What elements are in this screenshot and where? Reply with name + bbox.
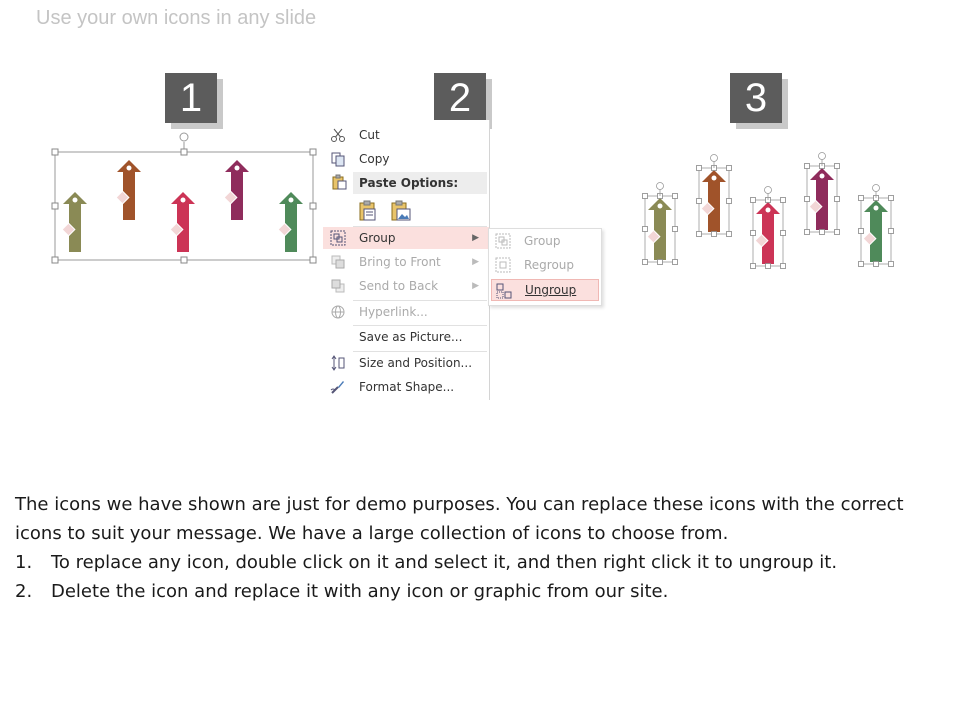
chevron-right-icon: ▶ — [472, 281, 479, 291]
scissors-icon — [329, 127, 347, 143]
gift-arrow[interactable] — [858, 184, 894, 267]
ungroup-icon — [496, 283, 514, 299]
check-icon — [657, 203, 663, 209]
menu-label-bring-to-front: Bring to Front — [359, 255, 441, 269]
paste-picture-icon[interactable] — [390, 200, 412, 222]
chevron-right-icon: ▶ — [472, 233, 479, 243]
check-icon — [72, 197, 78, 203]
regroup-icon — [495, 257, 513, 273]
submenu-label-ungroup: Ungroup — [525, 283, 577, 297]
rocket-icon — [234, 165, 240, 171]
ungrouped-icons-panel[interactable] — [635, 140, 905, 275]
menu-label-format-shape: Format Shape... — [359, 380, 455, 394]
menu-label-save-as-picture: Save as Picture... — [359, 330, 463, 344]
menu-label-cut: Cut — [359, 128, 380, 142]
copy-icon — [329, 151, 347, 167]
group-icon — [329, 230, 347, 246]
tag-arrow[interactable] — [169, 192, 195, 252]
menu-item-group[interactable]: Group ▶ — [323, 227, 489, 249]
rocket-arrow[interactable] — [804, 152, 840, 235]
instruction-number: 1. — [15, 552, 33, 573]
context-menu: Cut Copy Paste Options: Group ▶ Bring to… — [323, 120, 490, 400]
send-to-back-icon — [329, 278, 347, 294]
submenu-item-ungroup[interactable]: Ungroup — [491, 279, 599, 301]
menu-item-send-to-back[interactable]: Send to Back ▶ — [323, 275, 489, 297]
instruction-text: Delete the icon and replace it with any … — [51, 581, 669, 602]
slide-title: Use your own icons in any slide — [36, 7, 317, 29]
group-submenu: Group Regroup Ungroup — [488, 228, 602, 306]
tag-icon — [180, 197, 186, 203]
submenu-label-group: Group — [524, 234, 561, 248]
pencil-icon — [126, 165, 132, 171]
menu-label-group: Group — [359, 231, 396, 245]
tag-arrow[interactable] — [750, 186, 786, 269]
instruction-text: To replace any icon, double click on it … — [51, 552, 838, 573]
rocket-icon — [819, 173, 825, 179]
step-badge-3: 3 — [730, 73, 782, 123]
check-arrow[interactable] — [642, 182, 678, 265]
group-icon — [495, 233, 513, 249]
step-badge-1: 1 — [165, 73, 217, 123]
gift-icon — [873, 205, 879, 211]
chevron-right-icon: ▶ — [472, 257, 479, 267]
submenu-item-group[interactable]: Group — [491, 230, 599, 252]
gift-icon — [288, 197, 294, 203]
menu-label-copy: Copy — [359, 152, 390, 166]
clipboard-icon — [331, 174, 347, 193]
paste-keep-formatting-icon[interactable] — [357, 200, 379, 222]
instruction-number: 2. — [15, 581, 33, 602]
instructions-intro: The icons we have shown are just for dem… — [15, 494, 904, 544]
bring-to-front-icon — [329, 254, 347, 270]
instruction-item-1: 1. To replace any icon, double click on … — [15, 548, 945, 577]
menu-label-hyperlink: Hyperlink... — [359, 305, 428, 319]
pencil-arrow[interactable] — [115, 160, 141, 220]
check-arrow[interactable] — [61, 192, 87, 252]
gift-arrow[interactable] — [277, 192, 303, 252]
tag-icon — [765, 207, 771, 213]
menu-label-size-and-position: Size and Position... — [359, 356, 473, 370]
paste-options-header: Paste Options: — [353, 172, 487, 194]
pencil-icon — [711, 175, 717, 181]
submenu-label-regroup: Regroup — [524, 258, 575, 272]
instructions: The icons we have shown are just for dem… — [15, 490, 945, 606]
menu-item-bring-to-front[interactable]: Bring to Front ▶ — [323, 251, 489, 273]
menu-item-copy[interactable]: Copy — [323, 148, 489, 170]
rotate-handle[interactable] — [179, 132, 189, 142]
size-position-icon — [329, 355, 347, 371]
pencil-arrow[interactable] — [696, 154, 732, 237]
format-shape-icon — [329, 379, 347, 395]
menu-item-cut[interactable]: Cut — [323, 124, 489, 146]
menu-item-save-as-picture[interactable]: Save as Picture... — [323, 326, 489, 348]
grouped-icons-panel[interactable] — [50, 132, 320, 270]
menu-item-size-and-position[interactable]: Size and Position... — [323, 352, 489, 374]
step-badge-2: 2 — [434, 73, 486, 123]
submenu-item-regroup[interactable]: Regroup — [491, 254, 599, 276]
hyperlink-icon — [329, 304, 347, 320]
instruction-item-2: 2. Delete the icon and replace it with a… — [15, 577, 945, 606]
menu-item-format-shape[interactable]: Format Shape... — [323, 376, 489, 398]
menu-item-hyperlink[interactable]: Hyperlink... — [323, 301, 489, 323]
rocket-arrow[interactable] — [223, 160, 249, 220]
menu-label-send-to-back: Send to Back — [359, 279, 439, 293]
